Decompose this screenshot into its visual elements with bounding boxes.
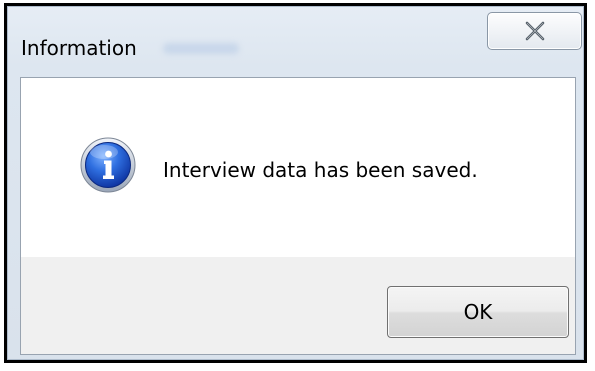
button-area: OK [21, 257, 575, 354]
dialog-title: Information [21, 36, 137, 60]
information-icon [80, 137, 136, 193]
close-icon [525, 21, 544, 41]
dialog-content: Interview data has been saved. OK [20, 77, 576, 355]
message-dialog: Information Interview data has been save… [4, 3, 587, 363]
dialog-message: Interview data has been saved. [163, 158, 478, 182]
title-bar[interactable]: Information [7, 6, 584, 72]
close-button[interactable] [487, 12, 582, 50]
ok-button[interactable]: OK [387, 286, 569, 338]
blurred-title-text [163, 43, 239, 54]
message-area: Interview data has been saved. [21, 78, 575, 257]
